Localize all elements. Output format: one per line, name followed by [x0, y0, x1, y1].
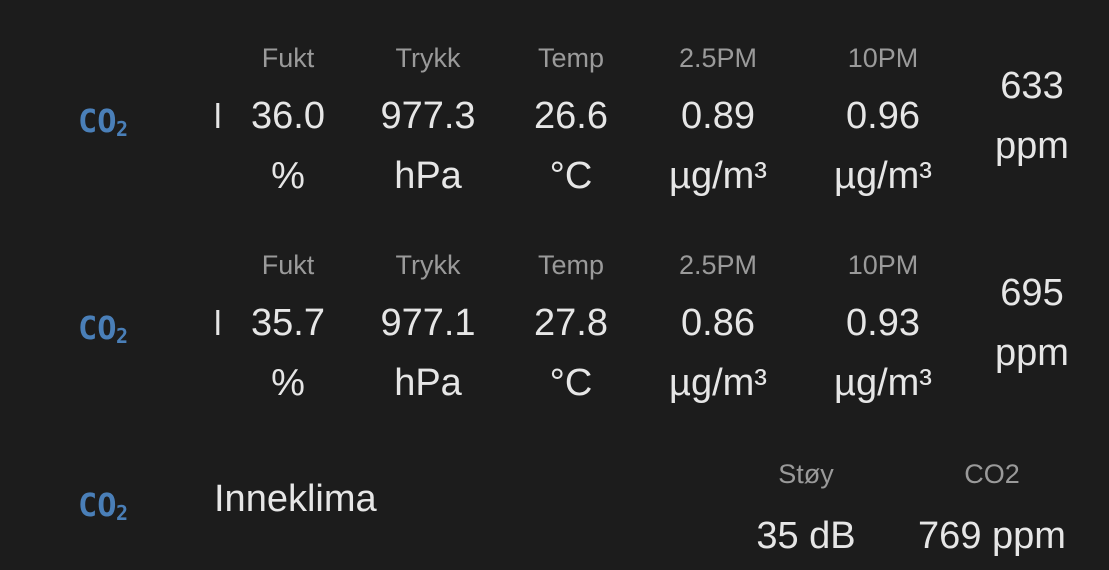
- trykk-column: Trykk 977.3 hPa: [368, 42, 488, 206]
- svg-text:2: 2: [116, 501, 128, 522]
- temp-unit: °C: [549, 155, 593, 197]
- noise-label: Støy: [778, 459, 834, 489]
- pm10-column: 10PM 0.93 µg/m³: [816, 249, 950, 413]
- svg-text:CO: CO: [78, 102, 117, 138]
- co2-reading: 633 ppm: [978, 56, 1086, 176]
- co2-column: CO2 769 ppm: [900, 458, 1084, 560]
- co2-summary-value: 769 ppm: [918, 515, 1066, 557]
- co2-icon: CO 2: [78, 102, 134, 138]
- co2-unit: ppm: [995, 332, 1069, 374]
- entity-marker: l: [214, 305, 222, 343]
- temp-value: 26.6: [534, 95, 608, 137]
- temp-label: Temp: [537, 250, 605, 280]
- co2-value: 695: [1000, 272, 1064, 314]
- fukt-value: 35.7: [251, 302, 325, 344]
- temp-unit: °C: [549, 362, 593, 404]
- fukt-column: Fukt 36.0 %: [238, 42, 338, 206]
- svg-text:2: 2: [116, 117, 128, 138]
- pm25-value: 0.89: [681, 95, 755, 137]
- pm25-label: 2.5PM: [678, 250, 758, 280]
- trykk-label: Trykk: [395, 43, 461, 73]
- co2-label: CO2: [964, 459, 1020, 489]
- fukt-value: 36.0: [251, 95, 325, 137]
- trykk-unit: hPa: [394, 362, 462, 404]
- svg-text:CO: CO: [78, 486, 117, 522]
- pm10-value: 0.93: [846, 302, 920, 344]
- pm25-value: 0.86: [681, 302, 755, 344]
- pm25-column: 2.5PM 0.89 µg/m³: [652, 42, 784, 206]
- sensor-card-1[interactable]: CO 2 l Fukt 36.0 % Trykk 977.3 hPa Temp …: [0, 0, 1109, 215]
- pm10-unit: µg/m³: [834, 155, 932, 197]
- co2-value: 633: [1000, 65, 1064, 107]
- pm25-label: 2.5PM: [678, 43, 758, 73]
- fukt-unit: %: [271, 362, 305, 404]
- sensor-card-2[interactable]: CO 2 l Fukt 35.7 % Trykk 977.1 hPa Temp …: [0, 207, 1109, 422]
- fukt-label: Fukt: [261, 250, 315, 280]
- svg-text:CO: CO: [78, 309, 117, 345]
- card-title: Inneklima: [214, 478, 377, 520]
- pm10-value: 0.96: [846, 95, 920, 137]
- fukt-label: Fukt: [261, 43, 315, 73]
- pm25-unit: µg/m³: [669, 362, 767, 404]
- trykk-value: 977.1: [380, 302, 476, 344]
- dashboard: CO 2 l Fukt 36.0 % Trykk 977.3 hPa Temp …: [0, 0, 1109, 570]
- fukt-column: Fukt 35.7 %: [238, 249, 338, 413]
- pm10-label: 10PM: [847, 43, 919, 73]
- co2-reading: 695 ppm: [978, 263, 1086, 383]
- temp-label: Temp: [537, 43, 605, 73]
- pm10-label: 10PM: [847, 250, 919, 280]
- trykk-unit: hPa: [394, 155, 462, 197]
- co2-icon: CO 2: [78, 309, 134, 345]
- noise-value: 35 dB: [756, 515, 856, 557]
- trykk-label: Trykk: [395, 250, 461, 280]
- entity-marker: l: [214, 98, 222, 136]
- pm10-column: 10PM 0.96 µg/m³: [816, 42, 950, 206]
- pm25-column: 2.5PM 0.86 µg/m³: [652, 249, 784, 413]
- pm10-unit: µg/m³: [834, 362, 932, 404]
- trykk-column: Trykk 977.1 hPa: [368, 249, 488, 413]
- temp-column: Temp 26.6 °C: [518, 42, 624, 206]
- noise-column: Støy 35 dB: [744, 458, 868, 560]
- temp-column: Temp 27.8 °C: [518, 249, 624, 413]
- pm25-unit: µg/m³: [669, 155, 767, 197]
- inneklima-card[interactable]: CO 2 Inneklima Støy 35 dB CO2 769 ppm: [0, 430, 1109, 570]
- co2-icon: CO 2: [78, 486, 134, 522]
- trykk-value: 977.3: [380, 95, 476, 137]
- svg-text:2: 2: [116, 324, 128, 345]
- temp-value: 27.8: [534, 302, 608, 344]
- co2-unit: ppm: [995, 125, 1069, 167]
- fukt-unit: %: [271, 155, 305, 197]
